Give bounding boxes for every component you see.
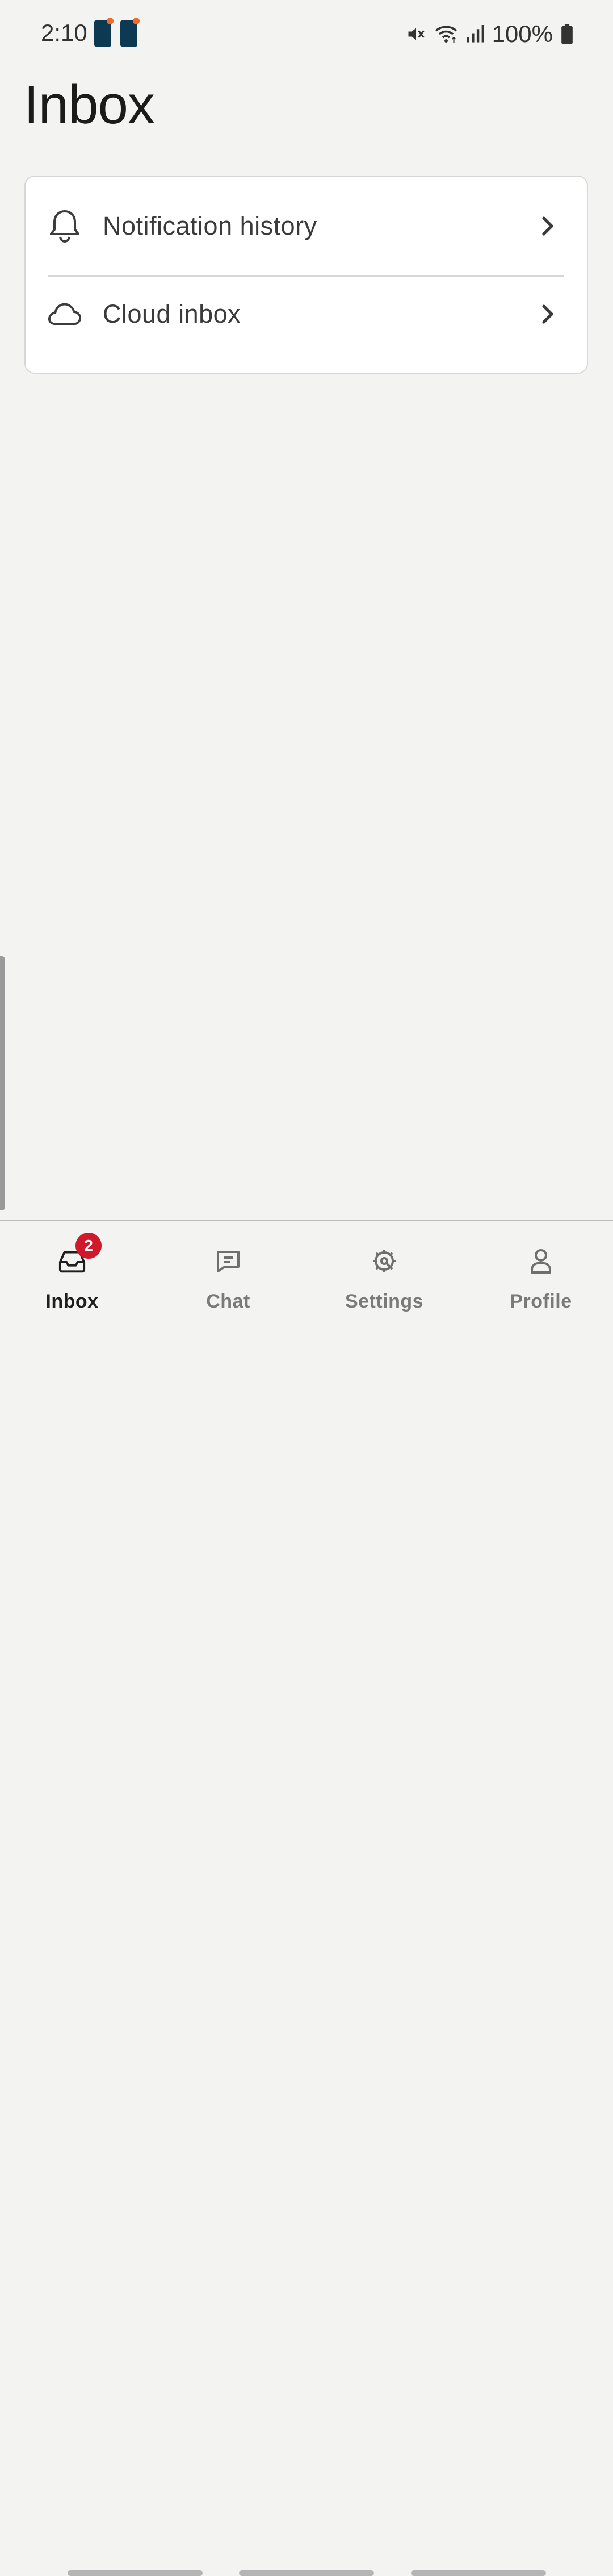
gesture-bar <box>411 2570 546 2576</box>
signal-icon <box>466 24 484 44</box>
notification-history-row[interactable]: Notification history <box>26 177 587 275</box>
nav-item-label: Chat <box>206 1291 250 1312</box>
nav-item-settings[interactable]: Settings <box>328 1244 441 1318</box>
inbox-icon: 2 <box>55 1233 102 1278</box>
app-notification-icon <box>94 18 114 47</box>
unread-badge: 2 <box>75 1233 102 1259</box>
battery-percent: 100% <box>492 20 553 47</box>
nav-item-profile[interactable]: Profile <box>484 1244 598 1318</box>
cloud-inbox-row[interactable]: Cloud inbox <box>26 275 587 353</box>
menu-item-label: Cloud inbox <box>103 299 241 328</box>
bottom-navigation: 2 Inbox Chat Settings Profile <box>0 1220 613 2576</box>
mute-icon <box>406 24 426 44</box>
inbox-menu-card: Notification history Cloud inbox <box>24 176 588 374</box>
status-icons: 100% <box>406 19 573 49</box>
page-title: Inbox <box>24 74 155 135</box>
settings-icon <box>367 1244 401 1278</box>
app-notification-icon <box>120 18 140 47</box>
wifi-icon <box>434 24 458 44</box>
bell-icon <box>47 208 82 244</box>
battery-icon <box>561 24 573 44</box>
gesture-bar <box>239 2570 374 2576</box>
nav-item-label: Profile <box>510 1291 572 1312</box>
nav-item-label: Inbox <box>45 1291 99 1312</box>
status-time: 2:10 <box>41 19 87 46</box>
nav-item-chat[interactable]: Chat <box>171 1244 285 1318</box>
nav-item-label: Settings <box>345 1291 424 1312</box>
cloud-icon <box>47 297 82 332</box>
chevron-right-icon <box>537 303 560 325</box>
profile-icon <box>524 1244 558 1278</box>
gesture-bar <box>68 2570 203 2576</box>
edge-panel-handle[interactable] <box>0 956 5 1210</box>
menu-item-label: Notification history <box>103 211 317 240</box>
chevron-right-icon <box>537 215 560 237</box>
nav-item-inbox[interactable]: 2 Inbox <box>15 1233 129 1318</box>
status-bar: 2:10 100% <box>0 0 613 68</box>
chat-icon <box>211 1244 245 1278</box>
